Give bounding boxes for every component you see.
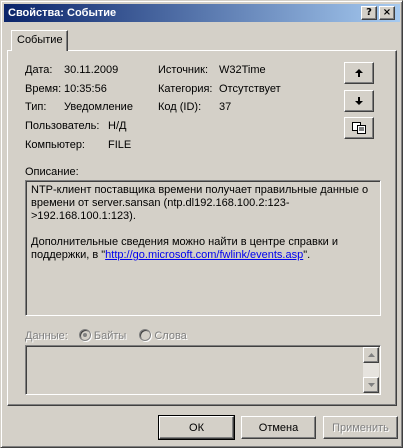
tab-label: Событие: [17, 34, 63, 46]
bytes-radio-label: Байты: [93, 330, 127, 342]
source-value: W32Time: [219, 64, 266, 76]
arrow-down-icon: [355, 97, 363, 105]
cancel-button[interactable]: Отмена: [241, 416, 316, 439]
arrow-up-icon: [355, 69, 363, 77]
date-label: Дата:: [25, 64, 53, 76]
computer-label: Компьютер:: [25, 139, 85, 151]
title-bar[interactable]: Свойства: Событие ? ×: [4, 4, 400, 22]
code-label: Код (ID):: [158, 101, 202, 113]
window-title: Свойства: Событие: [8, 7, 117, 19]
tab-event[interactable]: Событие: [11, 30, 68, 51]
scroll-down-button[interactable]: [363, 377, 379, 393]
source-label: Источник:: [158, 64, 209, 76]
data-scrollbar[interactable]: [363, 347, 379, 393]
words-radio[interactable]: Слова: [139, 329, 187, 342]
next-event-button[interactable]: [344, 90, 374, 112]
bytes-radio[interactable]: Байты: [78, 329, 127, 342]
user-value: Н/Д: [108, 120, 127, 132]
date-value: 30.11.2009: [64, 64, 119, 76]
category-value: Отсутствует: [219, 83, 281, 95]
type-value: Уведомление: [64, 101, 133, 113]
event-properties-dialog: Свойства: Событие ? × Событие Дата: 30.1…: [0, 0, 403, 448]
time-label: Время:: [25, 83, 62, 95]
type-label: Тип:: [25, 101, 47, 113]
scroll-down-arrow-icon: [367, 383, 375, 387]
previous-event-button[interactable]: [344, 62, 374, 84]
copy-icon: [352, 122, 366, 134]
apply-button-label: Применить: [332, 421, 389, 434]
apply-button[interactable]: Применить: [323, 416, 398, 439]
data-text-box[interactable]: [25, 345, 381, 395]
description-paragraph-2: Дополнительные сведения можно найти в це…: [31, 236, 375, 262]
data-format-row: Данные: Байты Слова: [25, 329, 187, 342]
data-label: Данные:: [25, 330, 68, 342]
description-text-box[interactable]: NTP-клиент поставщика времени получает п…: [25, 180, 381, 316]
description-label: Описание:: [25, 166, 79, 178]
description-help-suffix: ".: [303, 249, 311, 261]
radio-selected-icon: [78, 329, 91, 341]
cancel-button-label: Отмена: [258, 421, 299, 434]
description-paragraph-1: NTP-клиент поставщика времени получает п…: [31, 184, 369, 222]
ok-button-label: ОК: [189, 421, 204, 434]
scroll-up-arrow-icon: [367, 353, 375, 357]
scroll-up-button[interactable]: [363, 347, 379, 363]
category-label: Категория:: [158, 83, 213, 95]
user-label: Пользователь:: [25, 120, 100, 132]
help-link[interactable]: http://go.microsoft.com/fwlink/events.as…: [105, 249, 303, 261]
computer-value: FILE: [108, 139, 132, 151]
code-value: 37: [219, 101, 232, 113]
close-button[interactable]: ×: [379, 6, 395, 20]
time-value: 10:35:56: [64, 83, 107, 95]
ok-button[interactable]: ОК: [158, 415, 235, 440]
radio-unselected-icon: [139, 329, 152, 341]
copy-button[interactable]: [344, 117, 374, 139]
help-button[interactable]: ?: [361, 6, 377, 20]
words-radio-label: Слова: [154, 330, 187, 342]
